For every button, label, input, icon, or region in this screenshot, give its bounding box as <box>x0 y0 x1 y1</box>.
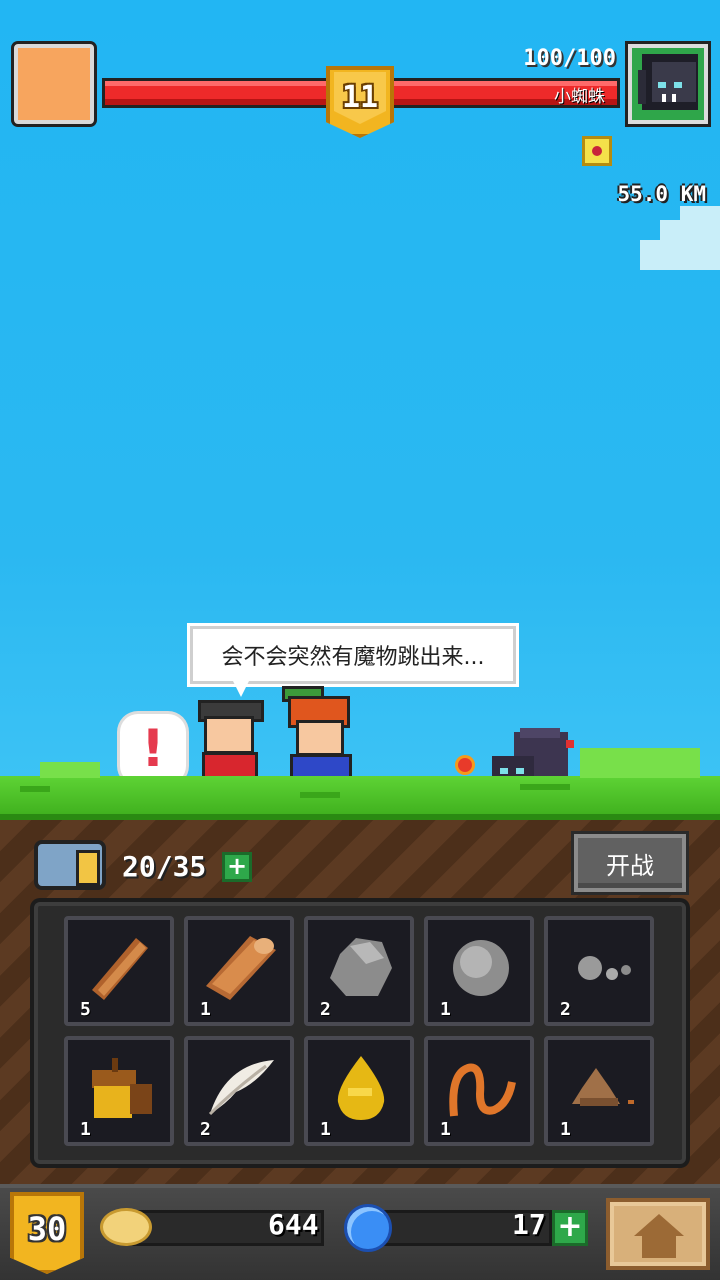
add-gems-button[interactable]: + <box>552 1210 588 1246</box>
item-quantity: 1 <box>560 1119 571 1140</box>
honey-drop-icon <box>337 1056 385 1120</box>
acorn-icon <box>92 1058 152 1118</box>
item-quantity: 1 <box>320 1119 331 1140</box>
stage-level-badge: 11 <box>326 66 394 152</box>
worm-icon <box>449 1063 516 1117</box>
grass-ground <box>0 748 720 820</box>
alert-bubble[interactable]: ! <box>120 714 186 784</box>
inventory-slot[interactable]: 1 <box>424 1036 534 1146</box>
flower <box>458 758 472 772</box>
player-avatar[interactable] <box>14 44 94 124</box>
coin-icon <box>100 1208 152 1246</box>
expand-bag-button[interactable]: + <box>222 852 252 882</box>
gem-count: 17 <box>512 1208 546 1241</box>
alert-icon: ! <box>141 719 165 779</box>
inventory-panel: 5 1 2 1 2 1 2 1 1 1 <box>34 902 686 1164</box>
status-effect-icon[interactable] <box>582 136 612 166</box>
spider-icon <box>638 54 698 110</box>
home-icon <box>634 1214 684 1236</box>
inventory-slot[interactable]: 1 <box>184 916 294 1026</box>
speech-bubble: 会不会突然有魔物跳出来... <box>190 626 516 684</box>
wood-log-icon <box>206 936 276 1000</box>
inventory-slot[interactable]: 1 <box>304 1036 414 1146</box>
player-level-number: 30 <box>27 1210 67 1248</box>
inventory-slot[interactable]: 1 <box>424 916 534 1026</box>
home-button[interactable] <box>606 1198 710 1270</box>
item-quantity: 2 <box>200 1119 211 1140</box>
distance-readout: 55.0 KM <box>617 182 706 206</box>
hp-text: 100/100 <box>523 46 616 71</box>
inventory-slot[interactable]: 2 <box>544 916 654 1026</box>
gem-icon <box>344 1204 392 1252</box>
item-quantity: 1 <box>440 1119 451 1140</box>
speech-text: 会不会突然有魔物跳出来... <box>221 645 485 670</box>
item-quantity: 1 <box>440 999 451 1020</box>
cloud <box>630 200 720 280</box>
item-quantity: 1 <box>200 999 211 1020</box>
backpack-icon[interactable] <box>34 840 106 890</box>
coin-count: 644 <box>268 1208 319 1241</box>
inventory-slot[interactable]: 1 <box>544 1036 654 1146</box>
round-stone-icon <box>453 940 509 996</box>
pebbles-icon <box>578 956 631 980</box>
item-quantity: 2 <box>320 999 331 1020</box>
inventory-slot[interactable]: 1 <box>64 1036 174 1146</box>
player-level-badge[interactable]: 30 <box>10 1192 84 1274</box>
wood-stick-icon <box>92 938 148 1000</box>
inventory-slot[interactable]: 2 <box>304 916 414 1026</box>
dung-pile-icon <box>572 1068 634 1106</box>
item-quantity: 2 <box>560 999 571 1020</box>
battle-button[interactable]: 开战 <box>574 834 686 892</box>
battle-button-label: 开战 <box>606 851 654 880</box>
stage-level-number: 11 <box>341 80 379 115</box>
inventory-slot[interactable]: 2 <box>184 1036 294 1146</box>
item-quantity: 5 <box>80 999 91 1020</box>
stone-icon <box>330 938 392 996</box>
enemy-portrait[interactable] <box>628 44 708 124</box>
inventory-slot[interactable]: 5 <box>64 916 174 1026</box>
bag-capacity: 20/35 <box>122 850 207 883</box>
item-quantity: 1 <box>80 1119 91 1140</box>
feather-icon <box>208 1060 274 1116</box>
enemy-name: 小蜘蛛 <box>554 87 605 107</box>
